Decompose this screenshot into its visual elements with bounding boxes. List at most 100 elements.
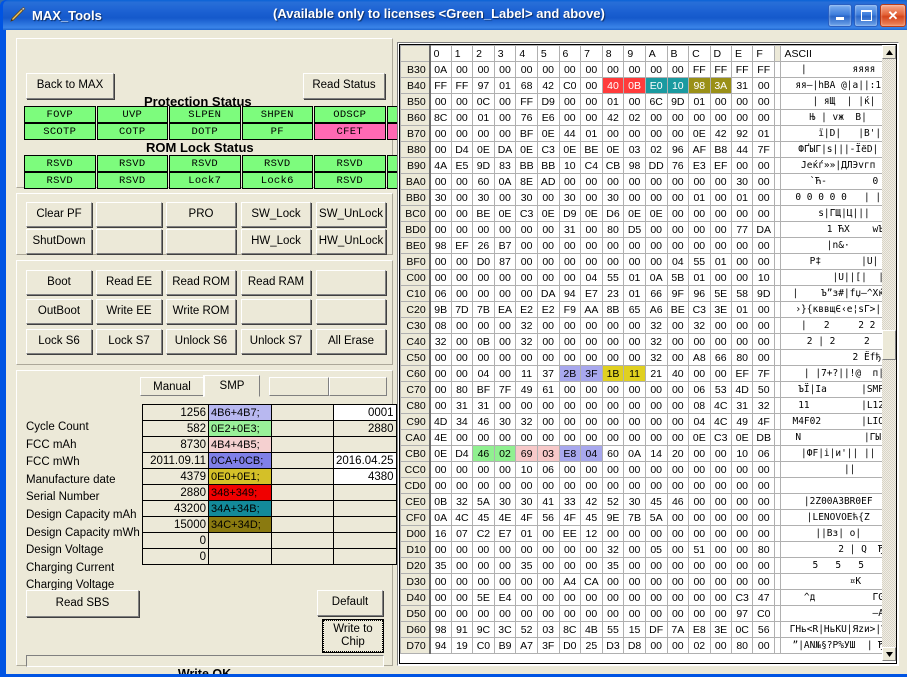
hex-byte-cell[interactable]: 00 (752, 157, 776, 174)
hex-byte-cell[interactable]: DD (644, 157, 668, 174)
hex-byte-cell[interactable]: 9C (472, 621, 495, 638)
hex-byte-cell[interactable]: 9D (666, 93, 690, 110)
hex-byte-cell[interactable]: 00 (429, 253, 452, 270)
hex-byte-cell[interactable]: 30 (472, 189, 495, 206)
hex-byte-cell[interactable]: BB (515, 157, 538, 174)
hex-byte-cell[interactable]: 00 (601, 525, 625, 542)
hex-byte-cell[interactable]: 00 (601, 237, 625, 254)
hex-byte-cell[interactable]: C3 (536, 141, 560, 158)
hex-byte-cell[interactable]: 00 (623, 573, 646, 590)
hex-byte-cell[interactable]: F9 (558, 301, 582, 318)
hex-byte-cell[interactable]: 00 (688, 493, 711, 510)
hex-byte-cell[interactable]: 7F (752, 365, 776, 382)
hex-byte-cell[interactable]: 12 (580, 525, 603, 542)
hex-byte-cell[interactable]: 00 (429, 349, 452, 366)
action-button-lock-s7[interactable]: Lock S7 (96, 329, 162, 354)
hex-byte-cell[interactable]: 00 (601, 349, 625, 366)
hex-byte-cell[interactable]: 00 (623, 189, 646, 206)
hex-byte-cell[interactable]: 0A (429, 61, 452, 78)
hex-byte-cell[interactable]: 00 (558, 381, 582, 398)
hex-byte-cell[interactable]: 4B (580, 621, 603, 638)
hex-byte-cell[interactable]: 04 (472, 365, 495, 382)
hex-byte-cell[interactable]: 00 (558, 237, 582, 254)
hex-byte-cell[interactable]: 00 (580, 77, 603, 94)
hex-byte-cell[interactable]: 4D (730, 381, 754, 398)
hex-byte-cell[interactable]: 45 (580, 509, 603, 526)
hex-byte-cell[interactable]: 00 (580, 381, 603, 398)
hex-byte-cell[interactable]: 00 (688, 333, 711, 350)
hex-byte-cell[interactable]: 00 (558, 333, 582, 350)
hex-byte-cell[interactable]: 0E (644, 205, 668, 222)
hex-byte-cell[interactable]: 00 (580, 589, 603, 606)
hex-byte-cell[interactable]: 9E (601, 509, 625, 526)
hex-byte-cell[interactable]: 00 (450, 557, 474, 574)
romlock-cell-rsvd[interactable]: RSVD (24, 155, 96, 172)
hex-byte-cell[interactable]: 00 (709, 221, 732, 238)
hex-byte-cell[interactable]: C0 (558, 77, 582, 94)
hex-byte-cell[interactable]: 00 (429, 477, 452, 494)
hex-byte-cell[interactable]: 00 (666, 557, 690, 574)
hex-byte-cell[interactable]: EF (709, 157, 732, 174)
hex-byte-cell[interactable]: 00 (580, 429, 603, 446)
hex-byte-cell[interactable]: 3F (580, 365, 603, 382)
hex-byte-cell[interactable]: 44 (558, 125, 582, 142)
hex-byte-cell[interactable]: 26 (472, 237, 495, 254)
hex-byte-cell[interactable]: 00 (666, 205, 690, 222)
read-status-button[interactable]: Read Status (303, 73, 385, 99)
hex-byte-cell[interactable]: DA (752, 221, 776, 238)
hex-byte-cell[interactable]: 00 (558, 605, 582, 622)
hex-byte-cell[interactable]: 00 (601, 173, 625, 190)
hex-byte-cell[interactable]: 00 (515, 397, 538, 414)
romlock-cell-lock7[interactable]: Lock7 (169, 172, 241, 189)
hex-byte-cell[interactable]: 00 (644, 589, 668, 606)
protection-cell-cfet[interactable]: CFET (314, 123, 386, 140)
hex-byte-cell[interactable]: 00 (709, 589, 732, 606)
hex-byte-cell[interactable]: 00 (666, 317, 690, 334)
hex-byte-cell[interactable]: 32 (644, 317, 668, 334)
hex-byte-cell[interactable]: 00 (558, 349, 582, 366)
hex-byte-cell[interactable]: 00 (730, 93, 754, 110)
protection-cell-scotp[interactable]: SCOTP (24, 123, 96, 140)
hex-byte-cell[interactable]: 00 (450, 189, 474, 206)
hex-byte-cell[interactable]: 00 (752, 637, 776, 654)
hex-byte-cell[interactable]: D9 (536, 93, 560, 110)
hex-byte-cell[interactable]: 05 (644, 541, 668, 558)
hex-byte-cell[interactable]: 0A (493, 173, 517, 190)
hex-byte-cell[interactable]: 5A (644, 509, 668, 526)
hex-byte-cell[interactable]: 0E (536, 205, 560, 222)
action-button-hw-lock[interactable]: HW_Lock (241, 229, 311, 254)
smp-cell-new-data[interactable] (333, 532, 397, 549)
hex-byte-cell[interactable]: 00 (450, 205, 474, 222)
hex-byte-cell[interactable]: 00 (752, 237, 776, 254)
hex-byte-cell[interactable]: 00 (429, 461, 452, 478)
hex-byte-cell[interactable]: 00 (515, 573, 538, 590)
hex-byte-cell[interactable]: 00 (688, 573, 711, 590)
hex-byte-cell[interactable]: 00 (730, 317, 754, 334)
hex-byte-cell[interactable]: 00 (688, 477, 711, 494)
hex-byte-cell[interactable]: 00 (666, 333, 690, 350)
hex-byte-cell[interactable]: 3A (709, 77, 732, 94)
hex-byte-cell[interactable]: 01 (730, 301, 754, 318)
hex-byte-cell[interactable]: 00 (688, 461, 711, 478)
hex-byte-cell[interactable]: 42 (601, 109, 625, 126)
hex-byte-cell[interactable]: 0B (472, 333, 495, 350)
hex-byte-cell[interactable]: 00 (752, 253, 776, 270)
smp-cell-new-data[interactable] (333, 436, 397, 453)
hex-byte-cell[interactable]: 00 (730, 477, 754, 494)
hex-byte-cell[interactable]: FF (429, 77, 452, 94)
hex-byte-cell[interactable]: 00 (493, 317, 517, 334)
hex-byte-cell[interactable]: 16 (429, 525, 452, 542)
hex-byte-cell[interactable]: 49 (730, 413, 754, 430)
romlock-cell-rsvd[interactable]: RSVD (314, 155, 386, 172)
hex-byte-cell[interactable]: 00 (580, 93, 603, 110)
hex-byte-cell[interactable]: 0E (472, 141, 495, 158)
hex-byte-cell[interactable]: 02 (688, 637, 711, 654)
hex-byte-cell[interactable]: 5E (472, 589, 495, 606)
hex-byte-cell[interactable]: 00 (644, 397, 668, 414)
hex-byte-cell[interactable]: 25 (580, 637, 603, 654)
hex-byte-cell[interactable]: 00 (536, 221, 560, 238)
hex-byte-cell[interactable]: D3 (601, 637, 625, 654)
hex-byte-cell[interactable]: 00 (601, 605, 625, 622)
action-button-shutdown[interactable]: ShutDown (26, 229, 92, 254)
hex-byte-cell[interactable]: 00 (666, 605, 690, 622)
